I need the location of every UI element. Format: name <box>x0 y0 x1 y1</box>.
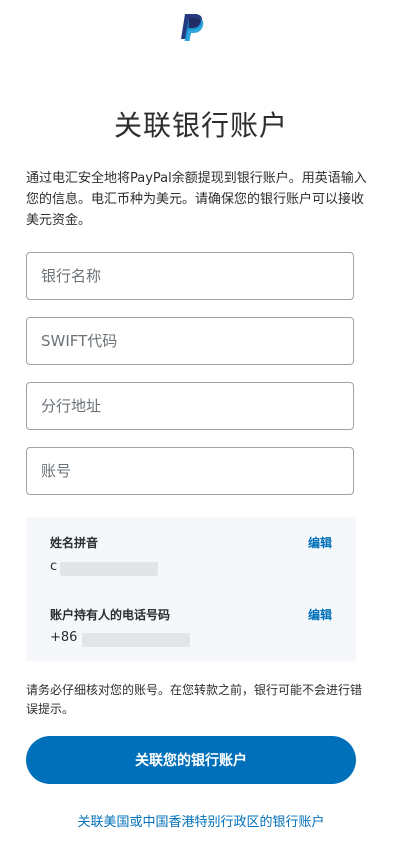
phone-label: 账户持有人的电话号码 <box>50 608 171 622</box>
edit-name-link[interactable]: 编辑 <box>308 534 332 551</box>
swift-code-field[interactable] <box>26 317 354 365</box>
account-number-input[interactable] <box>27 448 353 494</box>
bank-name-input[interactable] <box>27 253 353 299</box>
phone-value: +86 <box>50 630 78 645</box>
branch-address-field[interactable] <box>26 382 354 430</box>
edit-phone-link[interactable]: 编辑 <box>308 606 332 623</box>
verification-notice: 请务必仔细核对您的账号。在您转款之前，银行可能不会进行错误提示。 <box>26 683 363 716</box>
bank-name-field[interactable] <box>26 252 354 300</box>
account-number-field[interactable] <box>26 447 354 495</box>
branch-address-input[interactable] <box>27 383 353 429</box>
name-pinyin-label: 姓名拼音 <box>50 536 99 550</box>
paypal-logo-icon <box>181 14 204 41</box>
redacted-name <box>60 562 158 576</box>
page-title: 关联银行账户 <box>113 109 288 142</box>
link-us-hk-bank-link[interactable]: 关联美国或中国香港特别行政区的银行账户 <box>0 811 402 830</box>
link-bank-account-button[interactable]: 关联您的银行账户 <box>26 736 356 784</box>
swift-code-input[interactable] <box>27 318 353 364</box>
page-description: 通过电汇安全地将PayPal余额提现到银行账户。用英语输入您的信息。电汇币种为美… <box>26 171 367 228</box>
name-pinyin-value: c <box>50 559 58 574</box>
redacted-phone <box>82 633 190 647</box>
account-holder-info-panel: 姓名拼音 编辑 c 账户持有人的电话号码 编辑 +86 <box>26 517 356 661</box>
